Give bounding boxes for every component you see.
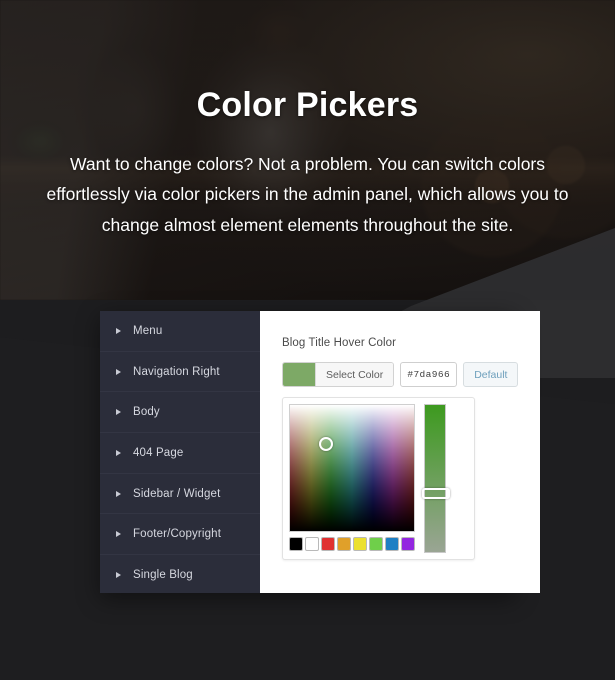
sidebar-item-footer-copyright[interactable]: Footer/Copyright: [100, 514, 260, 556]
sidebar-item-label: 404 Page: [133, 446, 184, 459]
hex-color-input[interactable]: #7da966: [400, 362, 458, 387]
page-subtitle: Want to change colors? Not a problem. Yo…: [46, 154, 569, 235]
sidebar-item-label: Menu: [133, 324, 163, 337]
page-title: Color Pickers: [196, 86, 419, 124]
brightness-slider-handle[interactable]: [422, 488, 450, 500]
field-label-blog-title-hover-color: Blog Title Hover Color: [282, 337, 397, 349]
hero-text-block: Color Pickers Want to change colors? Not…: [0, 0, 615, 240]
preset-swatch-red[interactable]: [321, 537, 335, 551]
preset-swatch-blue[interactable]: [385, 537, 399, 551]
sidebar-item-label: Body: [133, 406, 160, 419]
caret-right-icon: [116, 531, 121, 538]
sidebar-item-navigation-right[interactable]: Navigation Right: [100, 352, 260, 393]
select-color-button[interactable]: Select Color: [315, 363, 394, 386]
admin-content-pane: Blog Title Hover Color Select Color #7da…: [260, 311, 541, 593]
caret-right-icon: [116, 409, 121, 416]
sidebar-item-label: Navigation Right: [133, 365, 220, 378]
preset-swatch-orange[interactable]: [337, 537, 351, 551]
sidebar-item-sidebar-widget[interactable]: Sidebar / Widget: [100, 474, 260, 515]
preset-swatch-purple[interactable]: [401, 537, 415, 551]
color-selector-handle-icon[interactable]: [318, 437, 333, 452]
sidebar-item-404-page[interactable]: 404 Page: [100, 433, 260, 474]
color-control-row: Select Color #7da966 Default: [282, 362, 519, 387]
caret-right-icon: [116, 572, 121, 579]
color-swatch-group[interactable]: Select Color: [282, 362, 395, 387]
sidebar-item-label: Sidebar / Widget: [133, 487, 221, 500]
sidebar-item-single-blog[interactable]: Single Blog: [100, 555, 260, 596]
caret-right-icon: [116, 368, 121, 375]
brightness-slider[interactable]: [422, 404, 450, 553]
sidebar-item-label: Footer/Copyright: [133, 528, 222, 541]
default-color-button[interactable]: Default: [463, 362, 519, 387]
caret-right-icon: [116, 449, 121, 456]
preset-swatch-white[interactable]: [305, 537, 319, 551]
saturation-value-gradient-area[interactable]: [289, 404, 415, 532]
caret-right-icon: [116, 490, 121, 497]
sidebar-item-label: Single Blog: [133, 569, 193, 582]
admin-panel-card: Menu Navigation Right Body 404 Page Side…: [100, 311, 541, 593]
page-root: Color Pickers Want to change colors? Not…: [0, 0, 615, 680]
preset-swatch-row: [289, 537, 415, 551]
picker-left-column: [289, 404, 415, 553]
sidebar-item-body[interactable]: Body: [100, 392, 260, 434]
current-color-swatch[interactable]: [283, 363, 315, 386]
admin-sidebar: Menu Navigation Right Body 404 Page Side…: [100, 311, 260, 593]
sidebar-item-menu[interactable]: Menu: [100, 311, 260, 352]
preset-swatch-green[interactable]: [369, 537, 383, 551]
color-picker-popup: [282, 397, 475, 560]
caret-right-icon: [116, 327, 121, 334]
preset-swatch-black[interactable]: [289, 537, 303, 551]
preset-swatch-yellow[interactable]: [353, 537, 367, 551]
